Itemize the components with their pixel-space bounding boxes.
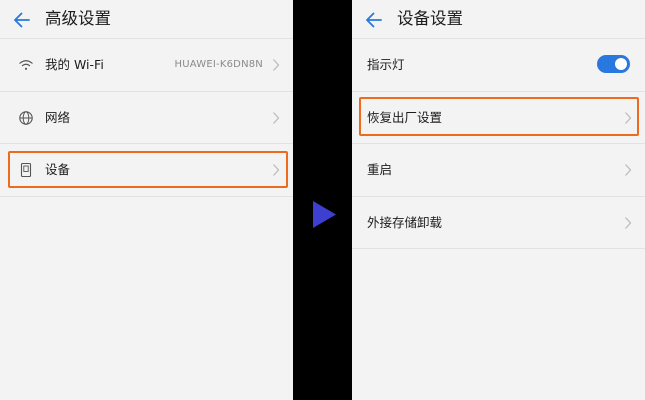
globe-icon	[19, 110, 33, 125]
indicator-light-row: 指示灯	[352, 39, 645, 92]
chevron-right-icon	[273, 164, 280, 176]
header: 高级设置	[0, 0, 293, 39]
settings-list: 我的 Wi-Fi HUAWEI-K6DN8N 网络 设备	[0, 39, 293, 197]
play-arrow-icon	[313, 201, 336, 228]
settings-list: 指示灯 恢复出厂设置 重启 外接存储卸载	[352, 39, 645, 249]
toggle-knob	[615, 58, 627, 70]
factory-reset-row[interactable]: 恢复出厂设置	[352, 92, 645, 144]
chevron-right-icon	[273, 111, 280, 124]
indicator-light-label: 指示灯	[367, 57, 405, 72]
advanced-settings-screen: 高级设置 我的 Wi-Fi HUAWEI-K6DN8N 网络 设备	[0, 0, 293, 400]
device-settings-screen: 设备设置 指示灯 恢复出厂设置 重启 外接存储卸载	[352, 0, 645, 400]
factory-reset-label: 恢复出厂设置	[367, 109, 443, 125]
network-row[interactable]: 网络	[0, 92, 293, 144]
network-label: 网络	[45, 109, 71, 125]
restart-label: 重启	[367, 162, 393, 177]
chevron-right-icon	[625, 164, 632, 176]
back-arrow-icon[interactable]	[12, 10, 32, 30]
indicator-light-toggle[interactable]	[597, 55, 630, 73]
page-title: 设备设置	[397, 9, 463, 28]
device-label: 设备	[45, 162, 71, 177]
restart-row[interactable]: 重启	[352, 144, 645, 197]
device-row[interactable]: 设备	[0, 144, 293, 197]
header: 设备设置	[352, 0, 645, 39]
back-arrow-icon[interactable]	[364, 10, 384, 30]
device-icon	[20, 162, 32, 178]
unmount-storage-row[interactable]: 外接存储卸载	[352, 197, 645, 249]
wifi-ssid-value: HUAWEI-K6DN8N	[174, 59, 263, 70]
chevron-right-icon	[625, 216, 632, 229]
chevron-right-icon	[625, 111, 632, 124]
wifi-icon	[19, 60, 33, 70]
unmount-storage-label: 外接存储卸载	[367, 214, 443, 230]
chevron-right-icon	[273, 59, 280, 71]
wifi-label: 我的 Wi-Fi	[45, 57, 104, 72]
wifi-row[interactable]: 我的 Wi-Fi HUAWEI-K6DN8N	[0, 39, 293, 92]
page-title: 高级设置	[45, 9, 111, 28]
